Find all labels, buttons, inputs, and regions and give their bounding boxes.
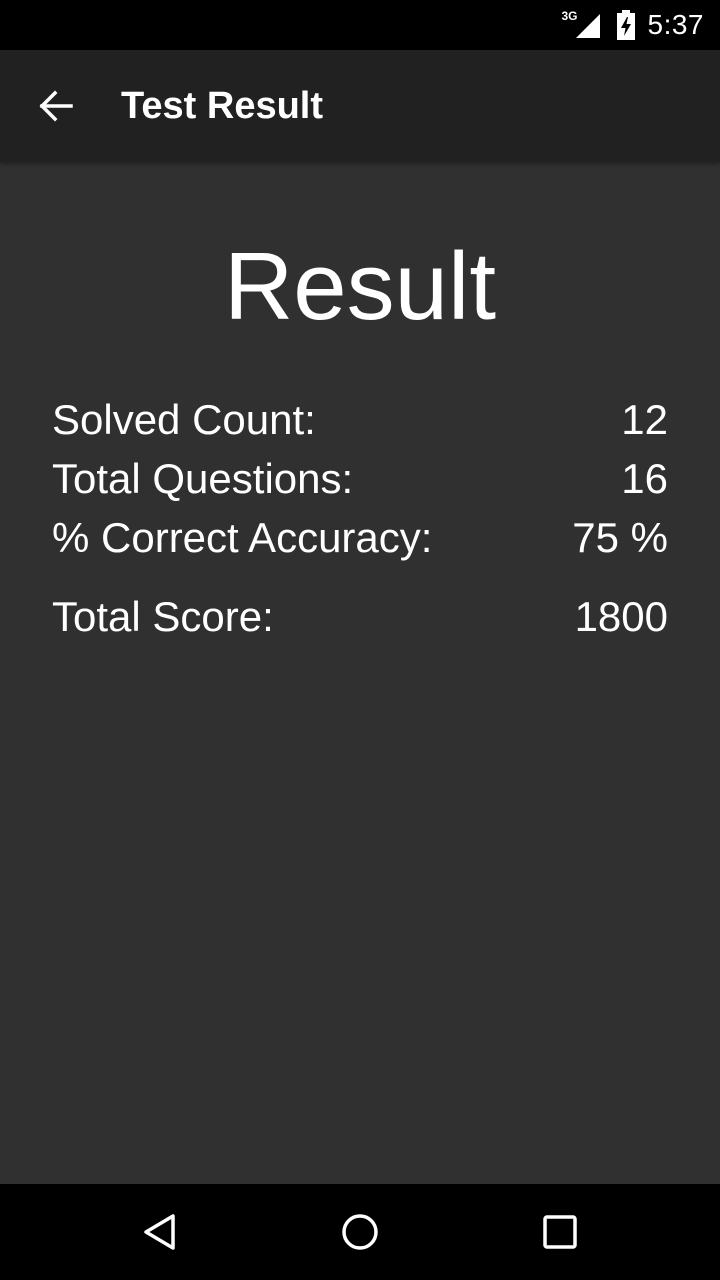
nav-home-icon [342, 1214, 378, 1250]
total-questions-value: 16 [621, 455, 668, 502]
battery-charging-icon [616, 10, 635, 40]
app-bar: Test Result [0, 50, 720, 162]
solved-count-label: Solved Count: [52, 396, 316, 443]
nav-back-button[interactable] [100, 1184, 220, 1280]
nav-home-button[interactable] [300, 1184, 420, 1280]
arrow-back-icon [39, 90, 73, 122]
solved-count-row: Solved Count: 12 [52, 395, 668, 445]
total-questions-row: Total Questions: 16 [52, 454, 668, 504]
network-type: 3G [561, 9, 578, 23]
cell-signal-icon [575, 14, 600, 38]
status-icons: 3G 5:37 [561, 0, 704, 50]
nav-back-icon [144, 1214, 175, 1250]
solved-count-value: 12 [621, 396, 668, 443]
total-score-row: Total Score: 1800 [52, 592, 668, 642]
nav-recents-icon [543, 1215, 577, 1249]
total-questions-label: Total Questions: [52, 455, 354, 502]
accuracy-label: % Correct Accuracy: [52, 514, 433, 561]
page-title: Test Result [121, 85, 324, 127]
nav-recents-button[interactable] [500, 1184, 620, 1280]
status-bar: 3G 5:37 [0, 0, 720, 50]
total-score-label: Total Score: [52, 593, 274, 640]
result-heading: Result [223, 233, 497, 340]
result-content: Result Solved Count: 12 Total Questions:… [0, 162, 720, 1184]
back-button[interactable] [28, 78, 84, 134]
clock: 5:37 [647, 9, 704, 40]
accuracy-value: 75 % [572, 514, 668, 561]
total-score-value: 1800 [574, 593, 668, 640]
accuracy-row: % Correct Accuracy: 75 % [52, 513, 668, 563]
navigation-bar [0, 1184, 720, 1280]
